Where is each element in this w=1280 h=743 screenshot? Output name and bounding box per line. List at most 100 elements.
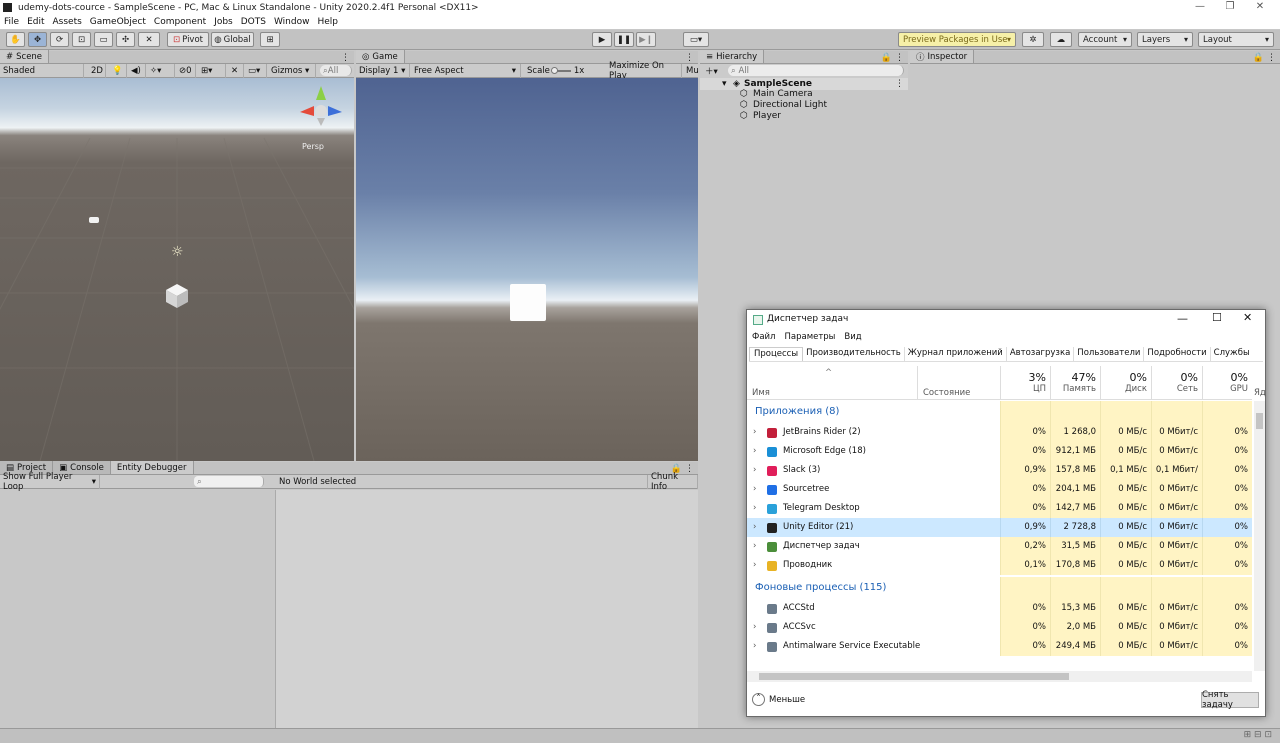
tab-hierarchy[interactable]: ≡ Hierarchy (700, 50, 765, 63)
expand-chevron-icon[interactable]: › (753, 461, 756, 480)
menu-dots[interactable]: DOTS (237, 17, 270, 27)
process-row[interactable]: ›JetBrains Rider (2)0%1 268,0 МБ0 МБ/с0 … (747, 423, 1252, 456)
scale-slider[interactable]: Scale 1x (524, 64, 604, 78)
layout-dropdown[interactable]: Layout (1198, 32, 1274, 47)
rotate-tool-icon[interactable]: ⟳ (50, 32, 69, 47)
snap-icon[interactable]: ⊞ (260, 32, 280, 47)
scene-orientation-gizmo[interactable] (296, 82, 346, 132)
process-row[interactable]: › Telegram Desktop 0% 142,7 МБ 0 МБ/с 0 Мбит/… (747, 499, 1252, 518)
tm-tab-app-history[interactable]: Журнал приложений (905, 347, 1007, 361)
global-button[interactable]: ◍ Global (211, 32, 254, 47)
pivot-button[interactable]: ⊡ Pivot (167, 32, 209, 47)
taskmgr-menu-view[interactable]: Вид (844, 332, 861, 342)
menu-window[interactable]: Window (270, 17, 314, 27)
expand-chevron-icon[interactable]: › (753, 423, 756, 442)
aspect-dropdown[interactable]: Free Aspect ▾ (411, 64, 521, 78)
shading-dropdown[interactable]: Shaded (0, 64, 84, 78)
menu-assets[interactable]: Assets (49, 17, 86, 27)
expand-chevron-icon[interactable]: › (753, 618, 756, 637)
col-network[interactable]: 0% Сеть (1151, 366, 1202, 400)
tab-inspector[interactable]: ⓘ Inspector (910, 50, 975, 63)
hierarchy-lock-icon[interactable]: 🔒 ⋮ (881, 53, 908, 63)
menu-gameobject[interactable]: GameObject (86, 17, 150, 27)
layers-dropdown[interactable]: Layers (1137, 32, 1193, 47)
expand-chevron-icon[interactable]: › (753, 442, 756, 461)
menu-help[interactable]: Help (313, 17, 342, 27)
gizmos-dropdown[interactable]: Gizmos ▾ (268, 64, 316, 78)
hierarchy-search-input[interactable]: ⌕ All (728, 65, 904, 76)
process-row[interactable]: › Unity Editor (21) 0,9%2 728,8 МБ0 МБ/с0 … (747, 518, 1252, 551)
effects-toggle-icon[interactable]: ✧▾ (147, 64, 175, 78)
end-task-button[interactable]: Снять задачу (1201, 690, 1259, 710)
fewer-details-button[interactable]: ˄ Меньше (752, 693, 805, 706)
move-tool-icon[interactable]: ✥ (28, 32, 47, 47)
tm-tab-details[interactable]: Подробности (1144, 347, 1211, 361)
taskmgr-maximize-button[interactable]: ☐ (1212, 311, 1222, 324)
process-row[interactable]: › Диспетчер задач 0,2% 31,5 МБ 0 МБ/с 0 Мбит/… (747, 537, 1252, 556)
light-gizmo-icon[interactable]: ☼ (171, 244, 184, 260)
lighting-toggle-icon[interactable]: 💡 (109, 64, 127, 78)
tm-tab-users[interactable]: Пользователи (1074, 347, 1145, 361)
step-button[interactable]: ▶❙ (636, 32, 656, 47)
create-plus-icon[interactable]: ＋▾ (702, 64, 722, 78)
process-row[interactable]: › Slack (3) 0,9%157,8 МБ0,1 МБ/с0,1 Мбит/с… (747, 461, 1252, 494)
menu-file[interactable]: File (0, 17, 23, 27)
game-menu-icon[interactable]: ⋮ (685, 53, 698, 63)
horizontal-scroll-thumb[interactable] (759, 673, 1069, 680)
col-status[interactable]: Состояние (917, 366, 1000, 400)
taskmgr-close-button[interactable]: ✕ (1243, 311, 1252, 324)
scene-row-menu-icon[interactable]: ⋮ (895, 79, 904, 89)
tab-game[interactable]: ◎ Game (356, 50, 405, 63)
camera-icon[interactable]: ▭▾ (245, 64, 267, 78)
process-row[interactable]: › Microsoft Edge (18) 0% 912,1 МБ 0 МБ/с 0 Мб… (747, 442, 1252, 461)
taskmgr-minimize-button[interactable]: — (1177, 312, 1188, 325)
2d-toggle[interactable]: 2D (88, 64, 106, 78)
taskmgr-menu-options[interactable]: Параметры (784, 332, 835, 342)
cloud-icon[interactable]: ☁ (1050, 32, 1072, 47)
expand-chevron-icon[interactable]: › (753, 637, 756, 656)
restore-button[interactable]: ❐ (1215, 0, 1245, 15)
menu-component[interactable]: Component (150, 17, 210, 27)
scene-search-input[interactable]: ⌕ All (320, 65, 352, 76)
taskmgr-menu-file[interactable]: Файл (752, 332, 775, 342)
collab-icon[interactable]: ▭▾ (683, 32, 709, 47)
col-name[interactable]: Имя (752, 388, 770, 398)
tm-tab-performance[interactable]: Производительность (803, 347, 905, 361)
tm-tab-services[interactable]: Службы (1211, 347, 1253, 361)
pause-button[interactable]: ❚❚ (614, 32, 634, 47)
hierarchy-item[interactable]: ⬡ Player (700, 111, 908, 123)
col-cpu[interactable]: 3% ЦП (1000, 366, 1050, 400)
process-row[interactable]: › Sourcetree 0% 204,1 МБ 0 МБ/с 0 Мбит/с 0% (747, 480, 1252, 499)
tm-tab-startup[interactable]: Автозагрузка (1007, 347, 1075, 361)
tools-icon[interactable]: ✕ (228, 64, 244, 78)
expand-chevron-icon[interactable]: › (753, 537, 756, 556)
col-gpu[interactable]: 0% GPU (1202, 366, 1252, 400)
play-button[interactable]: ▶ (592, 32, 612, 47)
hidden-objects-icon[interactable]: ⊘ 0 (176, 64, 196, 78)
player-cube-icon[interactable] (165, 283, 189, 309)
process-row[interactable]: › Antimalware Service Executable 0% 249,4 М… (747, 637, 1252, 656)
col-disk[interactable]: 0% Диск (1100, 366, 1151, 400)
expand-icon[interactable]: ▾ (722, 79, 727, 89)
scene-viewport[interactable]: ☼ Persp (0, 78, 354, 461)
camera-gizmo-icon[interactable] (89, 217, 99, 223)
display-dropdown[interactable]: Display 1 ▾ (356, 64, 410, 78)
account-dropdown[interactable]: Account (1078, 32, 1132, 47)
maximize-on-play-toggle[interactable]: Maximize On Play (606, 61, 682, 81)
rect-tool-icon[interactable]: ▭ (94, 32, 113, 47)
hand-tool-icon[interactable]: ✋ (6, 32, 25, 47)
preview-packages-dropdown[interactable]: Preview Packages in Use (898, 32, 1016, 47)
expand-chevron-icon[interactable]: › (753, 480, 756, 499)
scene-menu-icon[interactable]: ⋮ (341, 53, 354, 63)
services-icon[interactable]: ✲ (1022, 32, 1044, 47)
vertical-scroll-thumb[interactable] (1256, 413, 1263, 429)
menu-jobs[interactable]: Jobs (210, 17, 237, 27)
world-selector[interactable]: No World selected (276, 475, 648, 489)
col-gpu-engine[interactable]: Яд (1254, 388, 1266, 398)
chunk-info-button[interactable]: Chunk Info (648, 472, 698, 492)
grid-toggle-icon[interactable]: ⊞▾ (198, 64, 226, 78)
persp-label[interactable]: Persp (302, 142, 324, 151)
player-loop-dropdown[interactable]: Show Full Player Loop ▾ (0, 472, 100, 492)
inspector-lock-icon[interactable]: 🔒 ⋮ (1253, 53, 1280, 63)
expand-chevron-icon[interactable]: › (753, 518, 756, 537)
